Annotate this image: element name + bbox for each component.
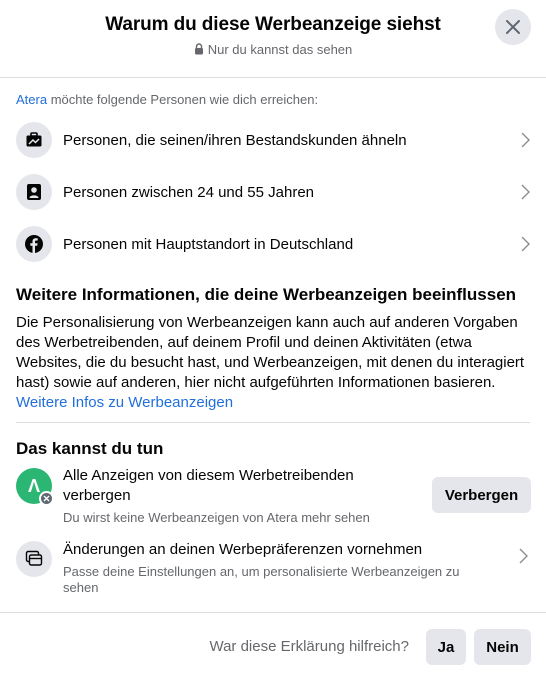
chevron-right-icon xyxy=(510,236,530,252)
targeting-row-location[interactable]: Personen mit Hauptstandort in Deutschlan… xyxy=(16,222,530,266)
hide-button[interactable]: Verbergen xyxy=(432,477,531,513)
footer-divider xyxy=(0,612,546,613)
more-info-link[interactable]: Weitere Infos zu Werbeanzeigen xyxy=(16,394,233,411)
hide-title-line2: verbergen xyxy=(63,487,131,504)
feedback-no-button[interactable]: Nein xyxy=(474,629,531,665)
targeting-row-age[interactable]: Personen zwischen 24 und 55 Jahren xyxy=(16,170,530,214)
close-button[interactable] xyxy=(495,9,531,45)
chevron-right-icon xyxy=(510,184,530,200)
targeting-row-similar-customers[interactable]: Personen, die seinen/ihren Bestandskunde… xyxy=(16,118,530,162)
targeting-label: Personen, die seinen/ihren Bestandskunde… xyxy=(63,131,407,149)
dialog-header: Warum du diese Werbeanzeige siehst Nur d… xyxy=(0,0,546,78)
intro-rest: möchte folgende Personen wie dich erreic… xyxy=(47,92,319,107)
hide-title-line1: Alle Anzeigen von diesem Werbetreibenden xyxy=(63,467,354,484)
ad-preferences-icon xyxy=(16,541,52,577)
hide-badge-icon xyxy=(39,491,54,506)
facebook-icon xyxy=(16,226,52,262)
close-icon xyxy=(506,20,520,34)
prefs-subtitle-line2: sehen xyxy=(63,580,99,595)
more-info-text: Die Personalisierung von Werbeanzeigen k… xyxy=(16,313,528,413)
actions-title: Das kannst du tun xyxy=(16,439,164,458)
feedback-question: War diese Erklärung hilfreich? xyxy=(209,638,409,655)
chevron-right-icon xyxy=(519,548,528,569)
avatar-letter: Λ xyxy=(27,475,40,496)
ad-preferences-action[interactable]: Änderungen an deinen Werbepräferenzen vo… xyxy=(16,540,530,598)
hide-title: Alle Anzeigen von diesem Werbetreibenden… xyxy=(63,466,354,506)
chevron-right-icon xyxy=(510,132,530,148)
dialog-subtitle: Nur du kannst das sehen xyxy=(0,42,546,58)
prefs-subtitle: Passe deine Einstellungen an, um persona… xyxy=(63,564,460,596)
lock-icon xyxy=(194,43,204,58)
advertiser-avatar: Λ xyxy=(16,468,54,506)
intro-text: Atera möchte folgende Personen wie dich … xyxy=(16,92,318,107)
dialog-title: Warum du diese Werbeanzeige siehst xyxy=(105,14,441,35)
briefcase-icon xyxy=(16,122,52,158)
profile-icon xyxy=(16,174,52,210)
targeting-label: Personen mit Hauptstandort in Deutschlan… xyxy=(63,235,354,253)
prefs-title: Änderungen an deinen Werbepräferenzen vo… xyxy=(63,541,423,558)
hide-subtitle: Du wirst keine Werbeanzeigen von Atera m… xyxy=(63,510,370,525)
subtitle-text: Nur du kannst das sehen xyxy=(207,42,353,57)
prefs-subtitle-line1: Passe deine Einstellungen an, um persona… xyxy=(63,564,460,579)
advertiser-link[interactable]: Atera xyxy=(16,92,47,107)
more-info-body: Die Personalisierung von Werbeanzeigen k… xyxy=(16,314,525,391)
section-divider xyxy=(16,422,530,423)
targeting-label: Personen zwischen 24 und 55 Jahren xyxy=(63,183,315,201)
feedback-yes-button[interactable]: Ja xyxy=(426,629,466,665)
more-info-title: Weitere Informationen, die deine Werbean… xyxy=(16,285,517,304)
